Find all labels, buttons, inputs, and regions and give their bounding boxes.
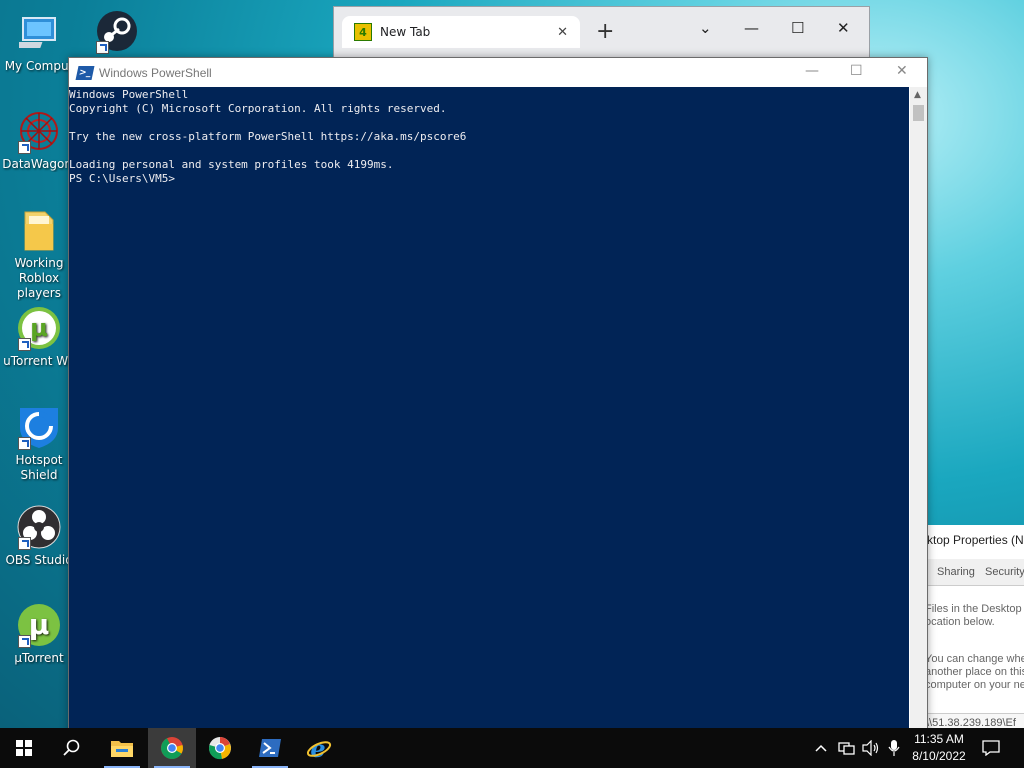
desktop-icon-my-computer[interactable]: My Comput xyxy=(0,10,78,74)
properties-tab-strip: Sharing Security xyxy=(921,559,1024,586)
svg-text:µ: µ xyxy=(29,608,50,641)
datawagon-icon xyxy=(16,108,62,154)
volume-icon xyxy=(862,740,879,756)
notification-icon xyxy=(982,740,1000,756)
computer-icon xyxy=(16,10,62,56)
browser-close-button[interactable]: ✕ xyxy=(837,19,850,37)
hotspot-shield-icon xyxy=(16,404,62,450)
tab-search-chevron-icon[interactable]: ⌄ xyxy=(699,19,712,37)
folder-icon xyxy=(111,741,133,757)
desktop-icon-label: µTorrent xyxy=(14,651,64,665)
properties-text: computer on your net xyxy=(925,679,1024,691)
network-button[interactable] xyxy=(838,728,856,768)
desktop-icon-label: DataWagon. xyxy=(2,157,76,171)
taskbar: e 11:35 AM 8/10/2022 xyxy=(0,728,1024,768)
properties-text: Files in the Desktop fo xyxy=(925,603,1024,615)
console-line: Copyright (C) Microsoft Corporation. All… xyxy=(69,102,447,115)
properties-text: ocation below. xyxy=(925,616,995,628)
desktop-icon-label: Working Roblox players xyxy=(14,256,64,300)
desktop-icon-hotspot-shield[interactable]: Hotspot Shield xyxy=(0,404,78,483)
desktop-icon-utorrent[interactable]: µ µTorrent xyxy=(0,602,78,666)
search-icon xyxy=(63,739,80,756)
taskbar-chrome[interactable] xyxy=(148,728,196,768)
microphone-icon xyxy=(888,740,900,756)
desktop-icon-obs-studio[interactable]: OBS Studio xyxy=(0,504,78,568)
network-icon xyxy=(838,742,855,755)
tray-overflow-button[interactable] xyxy=(815,728,827,768)
taskbar-powershell[interactable] xyxy=(246,728,294,768)
utorrent-web-icon: µ xyxy=(16,305,62,351)
console-output[interactable]: Windows PowerShell Copyright (C) Microso… xyxy=(69,87,909,738)
tab-new-tab[interactable]: 4 New Tab ✕ xyxy=(342,16,580,48)
browser-minimize-button[interactable]: — xyxy=(744,19,759,37)
chevron-up-icon xyxy=(815,744,827,752)
desktop-icon-label: OBS Studio xyxy=(5,553,73,567)
tab-security[interactable]: Security xyxy=(985,566,1024,578)
console-line: Windows PowerShell xyxy=(69,88,189,101)
clock-time: 11:35 AM xyxy=(914,732,964,746)
desktop-icon-working-roblox-players[interactable]: Working Roblox players xyxy=(0,207,78,301)
desktop-icon-utorrent-web[interactable]: µ uTorrent We xyxy=(0,305,78,369)
tab-close-button[interactable]: ✕ xyxy=(557,25,568,40)
powershell-title-bar[interactable]: >_ Windows PowerShell — ☐ ✕ xyxy=(69,58,927,87)
properties-title: ktop Properties (No xyxy=(927,533,1024,547)
console-line: Try the new cross-platform PowerShell ht… xyxy=(69,130,467,143)
console-line: Loading personal and system profiles too… xyxy=(69,158,394,171)
shortcut-arrow-icon xyxy=(18,338,31,351)
console-scrollbar[interactable]: ▲ xyxy=(910,87,927,738)
new-tab-button[interactable]: + xyxy=(596,19,614,44)
taskbar-file-explorer[interactable] xyxy=(98,728,146,768)
start-button[interactable] xyxy=(0,728,48,768)
folder-icon xyxy=(16,207,62,253)
volume-button[interactable] xyxy=(862,728,880,768)
action-center-button[interactable] xyxy=(982,728,1000,768)
properties-text: another place on this xyxy=(925,666,1024,678)
scrollbar-thumb[interactable] xyxy=(913,105,924,121)
desktop-icon-label: uTorrent We xyxy=(3,354,75,368)
minimize-button[interactable]: — xyxy=(805,63,819,79)
desktop-icon-datawagon[interactable]: DataWagon. xyxy=(0,108,78,172)
obs-studio-icon xyxy=(16,504,62,550)
close-button[interactable]: ✕ xyxy=(896,63,908,79)
microphone-button[interactable] xyxy=(888,728,900,768)
shortcut-arrow-icon xyxy=(96,41,109,54)
taskbar-internet-explorer[interactable]: e xyxy=(295,728,343,768)
clock-date: 8/10/2022 xyxy=(912,749,966,763)
tab-sharing[interactable]: Sharing xyxy=(937,566,975,578)
search-button[interactable] xyxy=(48,728,96,768)
desktop-icon-label: Hotspot Shield xyxy=(15,453,63,482)
svg-text:µ: µ xyxy=(30,314,48,342)
internet-explorer-icon: e xyxy=(306,735,332,761)
shortcut-arrow-icon xyxy=(18,437,31,450)
windows-icon xyxy=(16,740,32,756)
taskbar-chrome-alt[interactable] xyxy=(196,728,244,768)
powershell-window[interactable]: >_ Windows PowerShell — ☐ ✕ Windows Powe… xyxy=(68,57,928,739)
steam-icon xyxy=(94,8,140,54)
chrome-icon xyxy=(161,737,183,759)
maximize-button[interactable]: ☐ xyxy=(850,63,863,79)
site-favicon-icon: 4 xyxy=(354,23,372,41)
desktop-icon-steam[interactable] xyxy=(78,8,156,57)
console-prompt[interactable]: PS C:\Users\VM5> xyxy=(69,172,175,186)
browser-maximize-button[interactable]: ☐ xyxy=(791,19,804,37)
properties-text: You can change whe xyxy=(925,653,1024,665)
powershell-icon xyxy=(259,739,281,757)
tab-title: New Tab xyxy=(380,25,431,39)
window-title: Windows PowerShell xyxy=(99,65,212,80)
chrome-alt-icon xyxy=(209,737,231,760)
taskbar-clock[interactable]: 11:35 AM 8/10/2022 xyxy=(905,731,973,765)
desktop-properties-window[interactable]: ktop Properties (No Sharing Security Fil… xyxy=(920,525,1024,735)
shortcut-arrow-icon xyxy=(18,141,31,154)
desktop-icon-label: My Comput xyxy=(4,59,74,73)
powershell-icon: >_ xyxy=(75,65,95,80)
scroll-up-arrow-icon[interactable]: ▲ xyxy=(914,90,921,100)
utorrent-icon: µ xyxy=(16,602,62,648)
shortcut-arrow-icon xyxy=(18,635,31,648)
shortcut-arrow-icon xyxy=(18,537,31,550)
